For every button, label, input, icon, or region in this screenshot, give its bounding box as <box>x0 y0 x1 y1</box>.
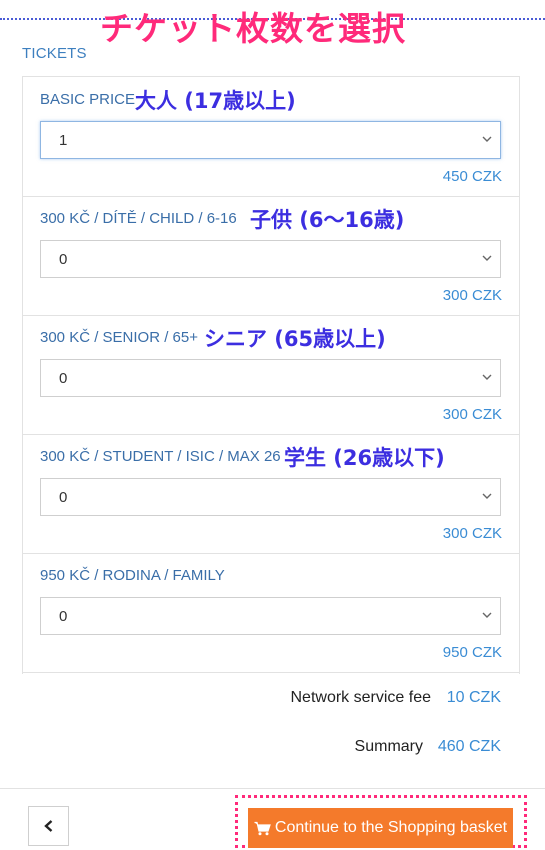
quantity-select-child[interactable]: 0 <box>40 240 501 278</box>
quantity-value: 0 <box>59 608 68 625</box>
ticket-label: 300 KČ / DÍTĚ / CHILD / 6-16 <box>40 210 237 227</box>
chevron-left-icon <box>44 820 53 832</box>
quantity-value: 0 <box>59 251 68 268</box>
network-fee-value: 10 CZK <box>446 689 501 706</box>
ticket-price: 300 CZK <box>442 406 502 423</box>
quantity-value: 1 <box>59 132 68 149</box>
ticket-row-family: 950 KČ / RODINA / FAMILY 0 950 CZK <box>23 553 519 673</box>
ticket-label: 300 KČ / STUDENT / ISIC / MAX 26 <box>40 448 281 465</box>
ticket-price: 300 CZK <box>442 525 502 542</box>
quantity-select-family[interactable]: 0 <box>40 597 501 635</box>
summary-value: 460 CZK <box>437 738 501 755</box>
tickets-panel: BASIC PRICE 1 450 CZK 300 KČ / DÍTĚ / CH… <box>22 76 520 674</box>
annotation-callout-adult: 大人 (17歳以上) <box>135 89 296 113</box>
chevron-down-icon <box>482 612 492 618</box>
footer-divider <box>0 788 545 789</box>
quantity-select-student[interactable]: 0 <box>40 478 501 516</box>
quantity-value: 0 <box>59 370 68 387</box>
tickets-section-title: TICKETS <box>22 45 87 62</box>
cart-icon <box>254 821 271 836</box>
ticket-label: BASIC PRICE <box>40 91 136 108</box>
annotation-callout-student: 学生 (26歳以下) <box>284 446 445 470</box>
back-button[interactable] <box>28 806 69 846</box>
quantity-select-senior[interactable]: 0 <box>40 359 501 397</box>
annotation-callout-child: 子供 (6〜16歳) <box>250 208 405 232</box>
ticket-price: 300 CZK <box>442 287 502 304</box>
chevron-down-icon <box>482 255 492 261</box>
network-fee-label: Network service fee <box>290 689 432 706</box>
continue-to-basket-button[interactable]: Continue to the Shopping basket <box>248 808 513 848</box>
summary-label: Summary <box>354 738 423 755</box>
annotation-title: チケット枚数を選択 <box>100 9 406 48</box>
quantity-select-basic[interactable]: 1 <box>40 121 501 159</box>
ticket-price: 950 CZK <box>442 644 502 661</box>
chevron-down-icon <box>482 374 492 380</box>
continue-label: Continue to the Shopping basket <box>274 819 508 836</box>
ticket-price: 450 CZK <box>442 168 502 185</box>
annotation-callout-senior: シニア (65歳以上) <box>204 327 386 351</box>
ticket-label: 300 KČ / SENIOR / 65+ <box>40 329 198 346</box>
chevron-down-icon <box>482 493 492 499</box>
chevron-down-icon <box>482 136 492 142</box>
quantity-value: 0 <box>59 489 68 506</box>
ticket-label: 950 KČ / RODINA / FAMILY <box>40 567 225 584</box>
